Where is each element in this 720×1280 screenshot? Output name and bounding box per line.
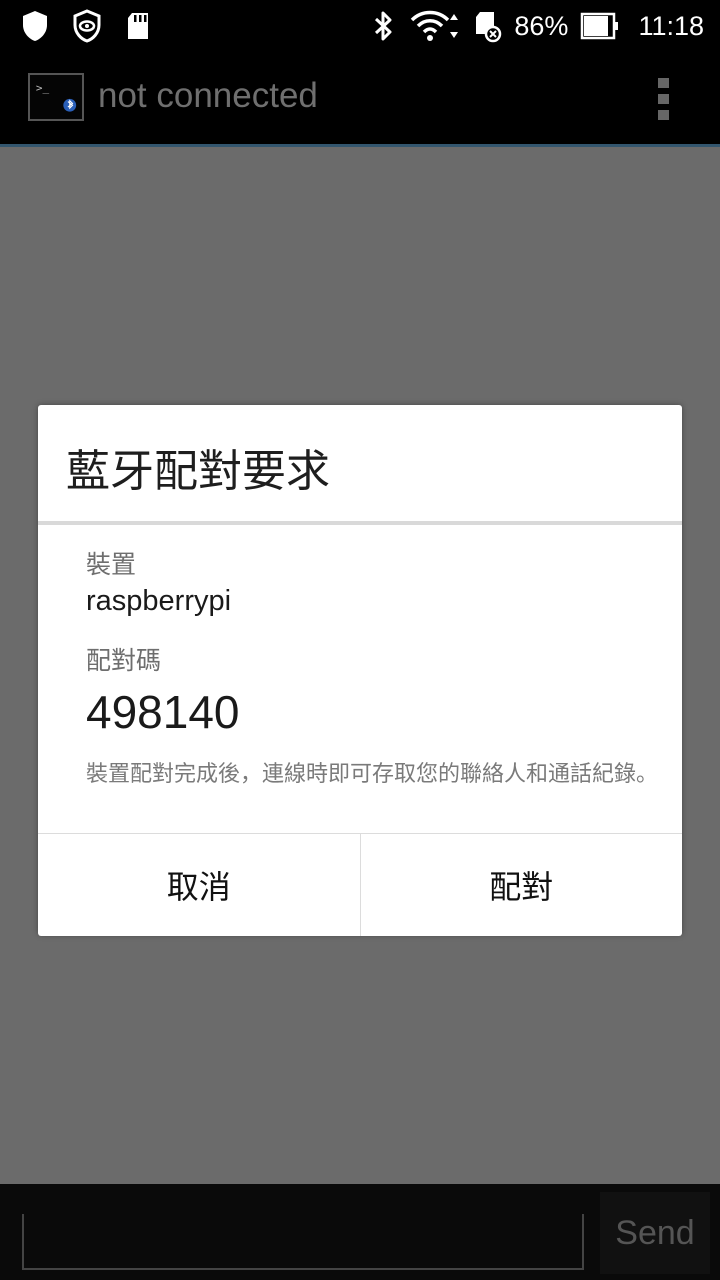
device-name: raspberrypi: [86, 585, 232, 617]
battery-icon: [581, 12, 619, 40]
shield-icon: [23, 11, 47, 41]
bluetooth-icon: [375, 11, 392, 41]
pin-code: 498140: [86, 686, 240, 738]
message-input[interactable]: [22, 1214, 584, 1270]
device-label: 裝置: [86, 550, 137, 579]
wifi-icon: [411, 10, 459, 41]
connection-status-title: not connected: [98, 76, 318, 115]
sd-card-error-icon: [476, 12, 502, 43]
pair-button[interactable]: 配對: [360, 834, 682, 936]
dialog-title-divider: [38, 521, 682, 525]
send-button[interactable]: Send: [600, 1192, 710, 1274]
status-bar-notifications: [20, 8, 154, 44]
svg-text:>_: >_: [36, 82, 50, 95]
dialog-title: 藍牙配對要求: [66, 446, 330, 497]
status-bar-system: 86% 11:18: [368, 8, 704, 44]
pin-label: 配對碼: [86, 646, 162, 675]
clock: 11:18: [638, 10, 704, 41]
overflow-menu-icon[interactable]: [652, 76, 676, 122]
pairing-note: 裝置配對完成後，連線時即可存取您的聯絡人和通話紀錄。: [86, 762, 659, 787]
dialog-button-row: 取消 配對: [38, 833, 682, 936]
eye-shield-icon: [73, 9, 101, 43]
status-bar: 86% 11:18: [0, 0, 720, 52]
cancel-button[interactable]: 取消: [38, 834, 361, 936]
battery-percent: 86%: [514, 10, 569, 41]
terminal-bluetooth-icon[interactable]: >_: [28, 73, 84, 121]
bluetooth-pairing-dialog: 藍牙配對要求 裝置 raspberrypi 配對碼 498140 裝置配對完成後…: [38, 405, 682, 936]
sd-card-icon: [128, 13, 148, 39]
